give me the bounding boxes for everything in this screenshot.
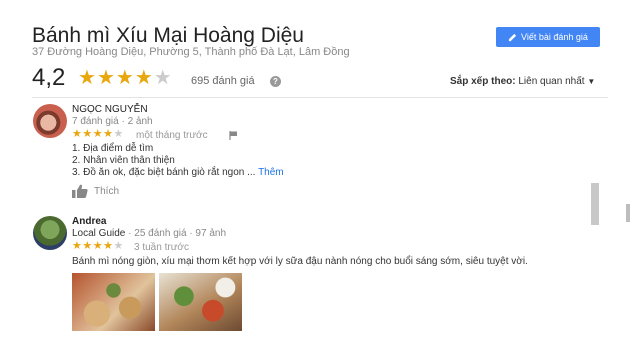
help-icon[interactable]: ? [270,76,281,87]
header-divider [32,97,608,98]
review-time: 3 tuần trước [134,242,189,253]
star-icon: ★ [134,67,154,89]
rating-stars: ★★★★★ [78,68,173,88]
review-count-link[interactable]: 695 đánh giá [191,75,255,87]
reviewer-meta: Local Guide · 25 đánh giá · 97 ảnh [72,228,226,239]
review-stars: ★★★★★ [72,240,124,252]
sort-dropdown[interactable]: Sắp xếp theo: Liên quan nhất ▼ [450,76,595,87]
avatar[interactable] [33,216,67,250]
review-photo[interactable] [72,273,155,331]
avatar[interactable] [33,104,67,138]
local-guide-label: Local Guide [72,228,126,239]
review-photo[interactable] [159,273,242,331]
review-time: một tháng trước [136,130,208,141]
reviewer-name[interactable]: Andrea [72,216,106,227]
write-review-button[interactable]: Viết bài đánh giá [496,27,600,47]
page-scrollbar[interactable] [626,204,630,222]
pencil-icon [508,33,517,41]
thumbs-up-icon [72,184,88,198]
write-review-label: Viết bài đánh giá [521,32,588,42]
place-title: Bánh mì Xíu Mại Hoàng Diệu [32,24,304,47]
like-label: Thích [94,185,120,197]
star-icon: ★ [115,67,135,89]
star-icon: ★ [78,67,97,89]
review-line-text: 3. Đồ ăn ok, đặc biệt bánh giò rắt ngon … [72,167,256,178]
rating-value: 4,2 [32,64,66,91]
reviewer-stats: · 25 đánh giá · 97 ảnh [128,228,227,239]
review-stars: ★★★★★ [72,128,124,140]
review-line-last: 3. Đồ ăn ok, đặc biệt bánh giò rắt ngon … [72,167,284,179]
star-empty-icon: ★ [153,67,173,89]
caret-down-icon: ▼ [587,77,596,86]
reviewer-meta: 7 đánh giá · 2 ảnh [72,116,153,127]
more-link[interactable]: Thêm [258,167,284,178]
scrollbar-thumb[interactable] [591,183,599,225]
review-line: 1. Địa điểm dễ tìm [72,143,154,154]
like-button[interactable]: Thích [72,184,119,198]
reviewer-name[interactable]: NGỌC NGUYỄN [72,104,148,115]
star-icon: ★ [96,67,116,89]
review-text: Bánh mì nóng giòn, xíu mại thơm kết hợp … [72,256,528,267]
sort-label: Sắp xếp theo: [450,76,516,87]
sort-value: Liên quan nhất [518,76,585,87]
place-address: 37 Đường Hoàng Diệu, Phường 5, Thành phố… [32,46,350,58]
flag-icon[interactable] [229,130,239,140]
review-line: 2. Nhân viên thân thiện [72,155,175,166]
